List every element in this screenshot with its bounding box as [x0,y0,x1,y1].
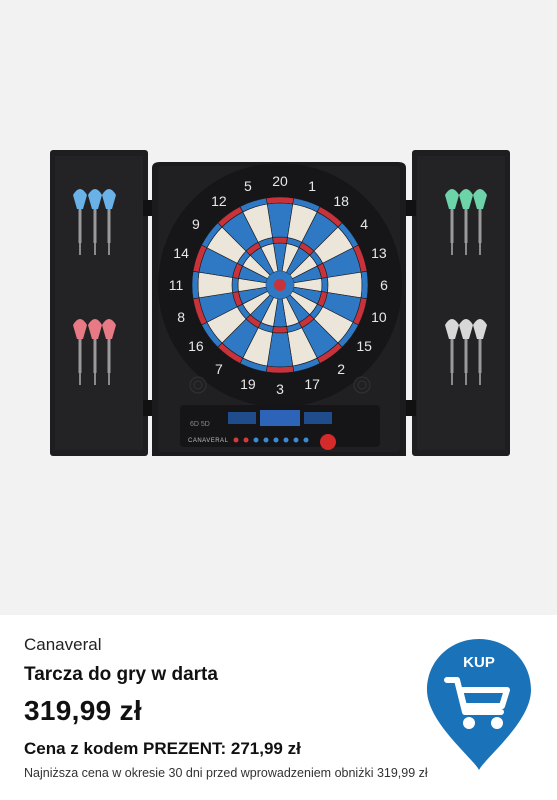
board-number: 5 [244,178,252,194]
board-number: 10 [371,309,387,325]
board-number: 2 [337,361,345,377]
board-brand-label: CANAVERAL [188,438,229,444]
buy-button[interactable]: KUP [423,636,535,772]
dartboard: 20 1 18 413 6 10 15 2 17 3 19 7 168 11 149 12 5 [158,163,402,407]
board-number: 17 [304,376,320,392]
product-image[interactable]: 20 1 18 4 13 6 10 15 2 17 3 19 7 16 8 11 14 9 12 5 CANAVERA… [0,0,557,615]
board-number: 1 [308,178,316,194]
board-number: 16 [188,338,204,354]
board-number: 6 [380,277,388,293]
dartboard-cabinet-image: 20 1 18 413 6 10 15 2 17 3 19 7 168 11 149 12 5 CANAVERA… [50,150,510,456]
product-price: 319,99 zł [24,695,142,726]
board-number: 13 [371,245,387,261]
board-number: 20 [272,173,288,189]
board-number: 14 [173,245,189,261]
board-number: 9 [192,216,200,232]
board-number: 7 [215,361,223,377]
svg-text:6D 5D: 6D 5D [190,421,210,428]
board-number: 11 [169,277,184,293]
lowest-price-note: Najniższa cena w okresie 30 dni przed wp… [24,766,428,780]
board-number: 4 [360,216,368,232]
product-title[interactable]: Tarcza do gry w darta [24,664,218,686]
board-number: 8 [177,309,185,325]
board-number: 3 [276,381,284,397]
product-brand[interactable]: Canaveral [24,635,102,655]
promo-price: Cena z kodem PREZENT: 271,99 zł [24,739,301,758]
board-number: 18 [333,193,349,209]
board-number: 12 [211,193,227,209]
buy-button-label: KUP [463,654,495,671]
board-number: 19 [240,376,256,392]
control-panel: CANAVERAL 6D 5D [180,405,380,450]
board-number: 15 [356,338,372,354]
red-button [320,434,336,450]
